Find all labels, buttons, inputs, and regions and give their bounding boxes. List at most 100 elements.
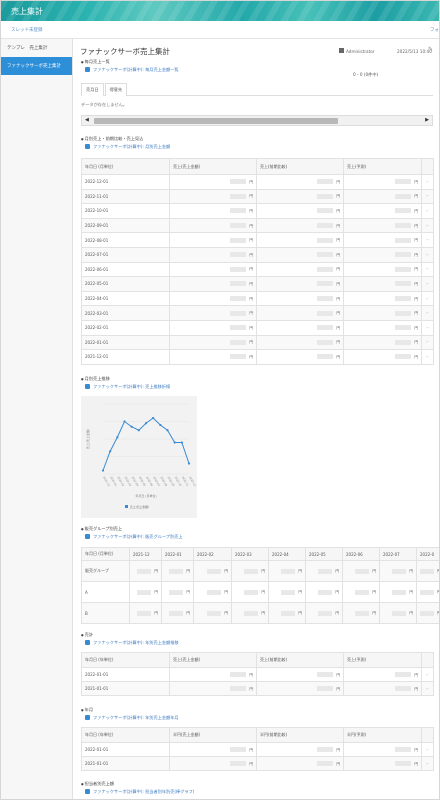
masked-value — [230, 761, 247, 766]
row-action[interactable]: ⌐ — [421, 174, 434, 190]
row-action[interactable]: ⌐ — [421, 305, 434, 321]
col-header[interactable]: 年月日 (月単位) — [81, 547, 130, 561]
report-link-label[interactable]: ファナックサーボ(計算中): 毎月売上金額一覧 — [93, 67, 179, 72]
report-link-trend[interactable]: ファナックサーボ(計算中): 売上推移折線 — [85, 384, 170, 390]
forecast-cell: 円 — [343, 349, 422, 365]
sidebar-item-template[interactable]: テンプレ 売上集計 — [1, 39, 72, 57]
row-action[interactable]: ⌐ — [421, 232, 434, 248]
thread-link-right[interactable]: フォ — [430, 27, 439, 33]
report-link-label[interactable]: ファナックサーボ(計算中): 販売グループ別売上 — [93, 534, 183, 539]
row-date: 2021-12-01 — [81, 349, 170, 365]
tab-sales-date[interactable]: 売月日 — [81, 83, 104, 96]
group-value-cell: 円 — [305, 560, 343, 582]
row-action[interactable]: ⌐ — [421, 756, 434, 771]
prev-cell: 円 — [256, 349, 344, 365]
masked-value — [395, 281, 412, 287]
scrollbar-thumb[interactable] — [94, 118, 338, 124]
table-row: 販売グループ円円円円円円円円円 — [81, 560, 439, 582]
user-icon — [339, 48, 344, 53]
col-header[interactable]: 半円(売上金額) — [169, 727, 257, 743]
report-link-label[interactable]: ファナックサーボ(計算中): 年別売上金額年月 — [93, 715, 179, 720]
masked-value — [317, 354, 334, 360]
col-header[interactable]: 半円(予測) — [343, 727, 422, 743]
row-action[interactable]: ⌐ — [421, 246, 434, 263]
row-action[interactable]: ⌐ — [421, 742, 434, 757]
trend-line-chart: 2021-12 2022-01 2022-02 2022-03 2022-04 2022-… — [85, 403, 197, 509]
report-link-staff[interactable]: ファナックサーボ(計算中): 担当者別年別売(棒グラフ) — [85, 789, 194, 795]
col-header[interactable]: 年月日 (年単位) — [81, 652, 170, 668]
row-action[interactable]: ⌐ — [421, 334, 434, 351]
col-header[interactable]: 2022-04 — [268, 547, 306, 561]
col-header[interactable]: 2022-02 — [193, 547, 232, 561]
sidebar-item-fanuc-servo[interactable]: ファナックサーボ売上集計 — [1, 57, 72, 75]
col-header-sales[interactable]: 売上(売上金額) — [169, 158, 257, 175]
row-action[interactable]: ⌐ — [421, 319, 434, 336]
forecast-cell: 円 — [343, 742, 422, 757]
report-link-yearmonth[interactable]: ファナックサーボ(計算中): 年別売上金額年月 — [85, 715, 179, 721]
col-header-date[interactable]: 年月日 (月単位) — [81, 158, 170, 175]
prev-cell: 円 — [256, 334, 344, 351]
edit-icon[interactable]: ✎ — [428, 47, 434, 53]
row-action[interactable]: ⌐ — [421, 261, 434, 278]
report-link-label[interactable]: ファナックサーボ(計算中): 担当者別年別売(棒グラフ) — [93, 789, 194, 794]
row-action[interactable]: ⌐ — [421, 203, 434, 219]
col-header[interactable]: 売上(売上金額) — [169, 652, 257, 668]
masked-value — [395, 686, 412, 691]
row-action[interactable]: ⌐ — [421, 667, 434, 682]
sales-cell: 円 — [169, 188, 257, 205]
horizontal-scrollbar[interactable]: ◀ ▶ — [81, 115, 433, 126]
thread-link[interactable]: スレッド未登録 — [11, 27, 43, 33]
yen-unit: 円 — [224, 569, 228, 573]
col-header[interactable]: 2022-06 — [342, 547, 380, 561]
report-link-label[interactable]: ファナックサーボ(計算中): 年別売上金額推移 — [93, 640, 179, 645]
masked-value — [281, 610, 296, 616]
col-header[interactable]: 年月日 (年単位) — [81, 727, 170, 743]
row-action[interactable]: ⌐ — [421, 188, 434, 205]
group-value-cell: 円 — [193, 602, 232, 624]
yearmonth-sales-table: 年月日 (年単位) 半円(売上金額) 半円(前期比較) 半円(予測) 2022-01-… — [81, 727, 434, 771]
col-header[interactable]: 2022-07 — [379, 547, 417, 561]
masked-value — [317, 193, 334, 199]
group-value-cell: 円 — [161, 581, 194, 603]
col-header-prev[interactable]: 売上(前期比較) — [256, 158, 344, 175]
row-action[interactable]: ⌐ — [421, 276, 434, 292]
masked-value — [392, 610, 407, 616]
row-action[interactable]: ⌐ — [421, 681, 434, 696]
group-value-cell: 円 — [416, 602, 439, 624]
table-row: 2022-12-01 円円円 ⌐ — [81, 174, 434, 190]
report-link-monthly[interactable]: ファナックサーボ(計算中): 毎月売上金額一覧 — [85, 67, 179, 73]
col-header[interactable]: 売上(前期比較) — [256, 652, 344, 668]
row-action[interactable]: ⌐ — [421, 349, 434, 365]
report-link-yearly[interactable]: ファナックサーボ(計算中): 年別売上金額推移 — [85, 640, 179, 646]
masked-value — [395, 761, 412, 766]
forecast-cell: 円 — [343, 188, 422, 205]
report-link-group[interactable]: ファナックサーボ(計算中): 販売グループ別売上 — [85, 534, 183, 540]
tab-customer[interactable]: 得意先 — [104, 83, 128, 96]
report-link-label[interactable]: ファナックサーボ(計算中): 月別売上金額 — [93, 144, 170, 149]
masked-value — [355, 610, 370, 616]
col-header[interactable]: 2022-05 — [305, 547, 343, 561]
yen-unit: 円 — [186, 569, 190, 573]
masked-value — [395, 237, 412, 243]
col-header[interactable]: 2021-12 — [129, 547, 162, 561]
masked-value — [317, 208, 334, 214]
sales-cell: 円 — [169, 756, 257, 771]
masked-value — [317, 296, 334, 302]
masked-value — [420, 610, 434, 616]
col-header[interactable]: 半円(前期比較) — [256, 727, 344, 743]
row-action[interactable]: ⌐ — [421, 217, 434, 234]
col-header-forecast[interactable]: 売上(予測) — [343, 158, 422, 175]
scroll-right-icon[interactable]: ▶ — [425, 117, 429, 123]
report-link-monthly-compare[interactable]: ファナックサーボ(計算中): 月別売上金額 — [85, 144, 170, 150]
col-header[interactable]: 2022-01 — [161, 547, 194, 561]
row-action[interactable]: ⌐ — [421, 290, 434, 307]
masked-value — [317, 179, 334, 185]
report-link-label[interactable]: ファナックサーボ(計算中): 売上推移折線 — [93, 384, 170, 389]
col-header[interactable]: 売上(予測) — [343, 652, 422, 668]
masked-value — [395, 354, 412, 360]
yen-unit: 円 — [336, 340, 340, 345]
col-header[interactable]: 2022-0 — [416, 547, 439, 561]
scroll-left-icon[interactable]: ◀ — [85, 117, 89, 123]
masked-value — [137, 568, 152, 574]
col-header[interactable]: 2022-03 — [231, 547, 269, 561]
